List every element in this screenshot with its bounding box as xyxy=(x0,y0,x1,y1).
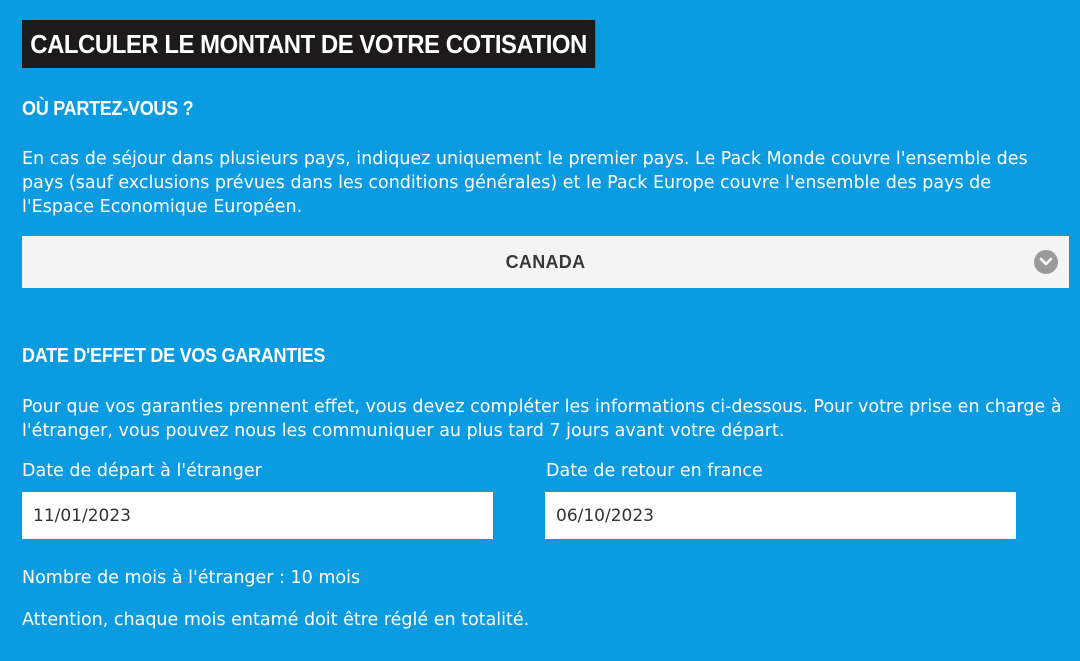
destination-heading: OÙ PARTEZ-VOUS ? xyxy=(22,98,194,120)
country-select-value: CANADA xyxy=(505,251,586,272)
page-title: CALCULER LE MONTANT DE VOTRE COTISATION xyxy=(22,20,596,68)
return-date-input[interactable] xyxy=(545,492,1016,539)
cotisation-calculator: CALCULER LE MONTANT DE VOTRE COTISATION … xyxy=(0,0,1080,661)
return-date-label: Date de retour en france xyxy=(546,461,763,481)
destination-description: En cas de séjour dans plusieurs pays, in… xyxy=(22,149,1028,217)
country-select[interactable]: CANADA xyxy=(22,236,1069,288)
payment-warning-text: Attention, chaque mois entamé doit être … xyxy=(22,610,530,630)
chevron-down-icon[interactable] xyxy=(1034,250,1058,274)
dates-heading: DATE D'EFFET DE VOS GARANTIES xyxy=(22,345,326,367)
departure-date-label: Date de départ à l'étranger xyxy=(22,461,262,481)
departure-date-input[interactable] xyxy=(22,492,493,539)
months-abroad-text: Nombre de mois à l'étranger : 10 mois xyxy=(22,568,361,588)
dates-description: Pour que vos garanties prennent effet, v… xyxy=(22,397,1062,441)
